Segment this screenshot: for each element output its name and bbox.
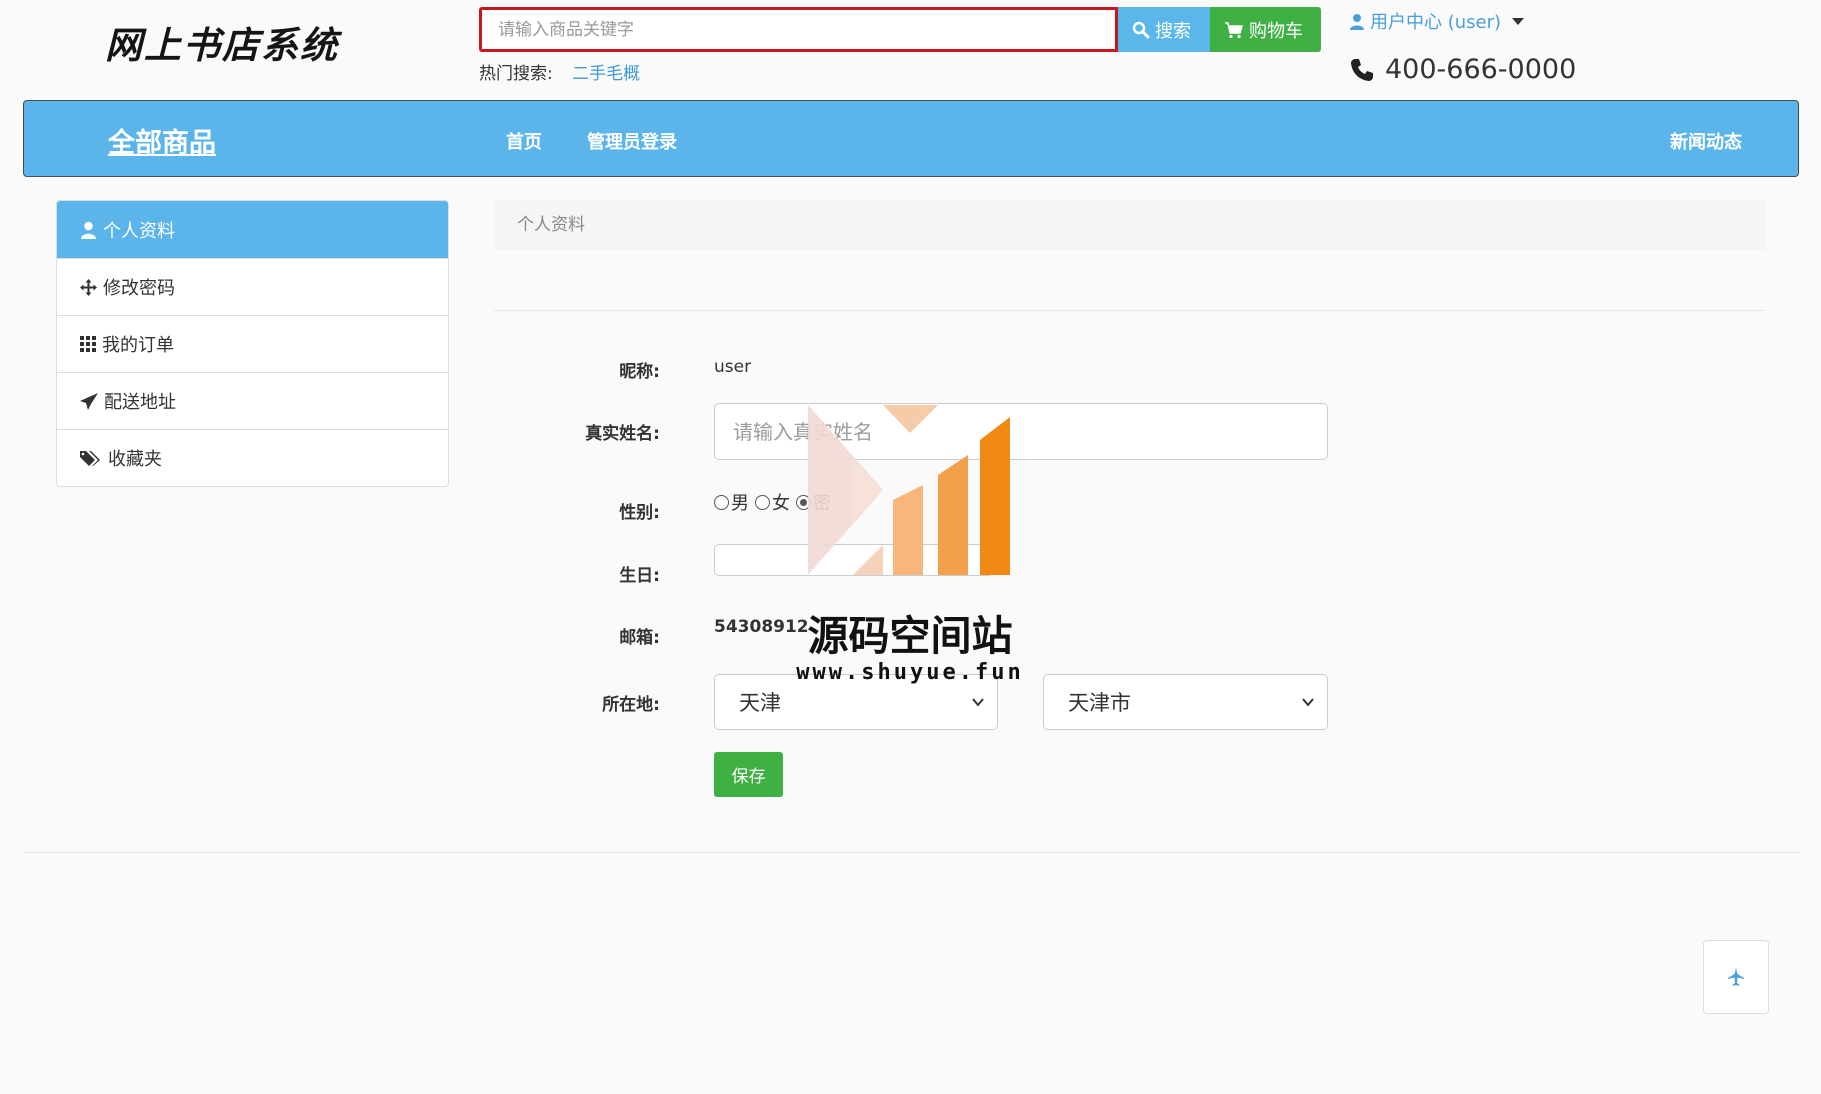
sidebar-item-label: 修改密码 (103, 278, 175, 299)
sidebar-item-my-orders[interactable]: 我的订单 (57, 315, 448, 372)
nav-admin-login[interactable]: 管理员登录 (587, 128, 677, 154)
phone-label: 400-666-0000 (1385, 54, 1577, 85)
phone-icon (1351, 58, 1373, 81)
chevron-down-icon (1302, 698, 1314, 707)
user-icon (81, 221, 96, 239)
footer-divider (23, 852, 1799, 853)
send-icon (80, 392, 98, 410)
nickname-value: user (714, 357, 752, 377)
grid-icon (80, 336, 96, 352)
city-select[interactable]: 天津市 (1043, 674, 1328, 730)
location-label: 所在地: (602, 695, 660, 715)
move-icon (80, 278, 97, 296)
sidebar-item-shipping-address[interactable]: 配送地址 (57, 372, 448, 429)
watermark-url: www.shuyue.fun (796, 660, 1024, 685)
site-logo[interactable]: 网上书店系统 (105, 15, 355, 75)
search-button[interactable]: 搜索 (1118, 7, 1210, 52)
realname-label: 真实姓名: (585, 424, 660, 444)
gender-label: 性别: (619, 503, 660, 523)
search-bar: 搜索 购物车 (479, 7, 1321, 52)
search-input[interactable] (479, 7, 1118, 52)
email-label: 邮箱: (619, 628, 660, 648)
sidebar-item-profile[interactable]: 个人资料 (57, 201, 448, 258)
gender-radio-female[interactable] (755, 494, 770, 510)
back-to-top-button[interactable] (1703, 940, 1769, 1014)
phone-number: 400-666-0000 (1349, 54, 1576, 85)
sidebar-item-label: 收藏夹 (108, 449, 162, 470)
chevron-down-icon (972, 698, 984, 707)
watermark-logo (808, 405, 1010, 575)
breadcrumb: 个人资料 (494, 200, 1766, 250)
hot-search-link[interactable]: 二手毛概 (572, 64, 640, 84)
hot-search: 热门搜索: 二手毛概 (479, 59, 640, 84)
cart-button-label: 购物车 (1249, 20, 1303, 42)
hot-search-label: 热门搜索: (479, 64, 553, 84)
main-navbar: 全部商品 首页 管理员登录 新闻动态 (23, 100, 1799, 177)
gender-radio-male[interactable] (714, 494, 729, 510)
cart-button[interactable]: 购物车 (1210, 7, 1321, 52)
plane-icon (1728, 968, 1744, 986)
sidebar-item-label: 我的订单 (102, 335, 174, 356)
province-selected: 天津 (739, 691, 781, 715)
nav-home[interactable]: 首页 (506, 128, 542, 154)
user-icon (1350, 13, 1364, 30)
search-button-label: 搜索 (1155, 20, 1191, 42)
cart-icon (1225, 21, 1243, 38)
realname-input[interactable] (714, 403, 1328, 460)
search-icon (1132, 21, 1150, 38)
divider (494, 310, 1766, 311)
sidebar-item-change-password[interactable]: 修改密码 (57, 258, 448, 315)
sidebar-item-label: 配送地址 (104, 392, 176, 413)
nav-all-products[interactable]: 全部商品 (108, 121, 216, 160)
nav-news[interactable]: 新闻动态 (1670, 128, 1742, 154)
user-center-dropdown[interactable]: 用户中心 (user) (1349, 8, 1525, 34)
gender-option-label: 男 (731, 493, 749, 514)
save-button[interactable]: 保存 (714, 752, 783, 797)
birthday-label: 生日: (619, 566, 660, 586)
gender-option-label: 女 (772, 493, 790, 514)
nickname-label: 昵称: (619, 362, 660, 382)
watermark-title: 源码空间站 (807, 612, 1013, 660)
account-sidebar: 个人资料 修改密码 我的订单 配送地址 收藏夹 (56, 200, 449, 487)
city-selected: 天津市 (1068, 691, 1131, 715)
sidebar-item-label: 个人资料 (103, 220, 175, 242)
caret-down-icon (1512, 17, 1525, 25)
user-center-label: 用户中心 (user) (1370, 12, 1502, 33)
tags-icon (80, 450, 100, 466)
sidebar-item-favorites[interactable]: 收藏夹 (57, 429, 448, 486)
